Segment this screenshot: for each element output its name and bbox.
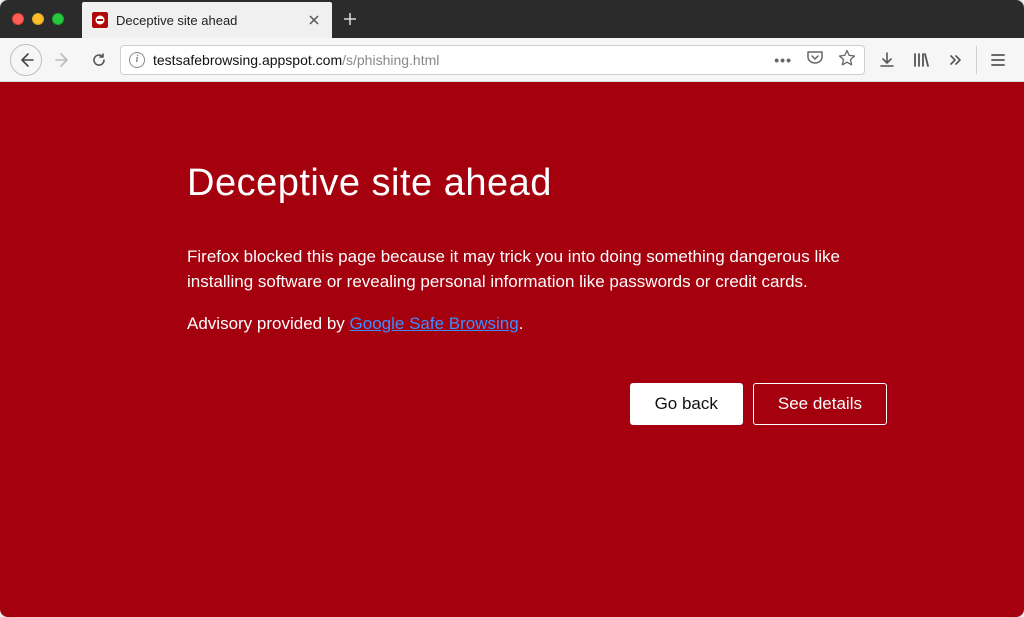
pocket-icon[interactable] bbox=[806, 49, 824, 70]
site-info-icon[interactable]: i bbox=[129, 52, 145, 68]
bookmark-star-icon[interactable] bbox=[838, 49, 856, 70]
library-icon[interactable] bbox=[905, 45, 937, 75]
warning-title: Deceptive site ahead bbox=[187, 162, 902, 205]
menu-icon[interactable] bbox=[982, 45, 1014, 75]
downloads-icon[interactable] bbox=[871, 45, 903, 75]
page-actions-icon[interactable]: ••• bbox=[774, 52, 792, 68]
warning-description: Firefox blocked this page because it may… bbox=[187, 245, 902, 294]
tab-title: Deceptive site ahead bbox=[116, 13, 298, 28]
toolbar-divider bbox=[976, 46, 977, 74]
back-button[interactable] bbox=[10, 44, 42, 76]
address-bar[interactable]: i testsafebrowsing.appspot.com/s/phishin… bbox=[120, 45, 865, 75]
titlebar: Deceptive site ahead bbox=[0, 0, 1024, 38]
toolbar: i testsafebrowsing.appspot.com/s/phishin… bbox=[0, 38, 1024, 82]
reload-button[interactable] bbox=[84, 45, 114, 75]
toolbar-right-icons bbox=[871, 45, 1014, 75]
warning-advisory: Advisory provided by Google Safe Browsin… bbox=[187, 312, 902, 337]
active-tab[interactable]: Deceptive site ahead bbox=[82, 2, 332, 38]
page-content: Deceptive site ahead Firefox blocked thi… bbox=[0, 82, 1024, 617]
overflow-icon[interactable] bbox=[939, 45, 971, 75]
warning-favicon-icon bbox=[92, 12, 108, 28]
window-minimize-button[interactable] bbox=[32, 13, 44, 25]
advisory-suffix: . bbox=[519, 314, 524, 333]
advisory-prefix: Advisory provided by bbox=[187, 314, 350, 333]
window-maximize-button[interactable] bbox=[52, 13, 64, 25]
url-domain: testsafebrowsing.appspot.com bbox=[153, 52, 342, 68]
warning-container: Deceptive site ahead Firefox blocked thi… bbox=[102, 162, 922, 425]
window-controls bbox=[12, 0, 82, 38]
window-close-button[interactable] bbox=[12, 13, 24, 25]
advisory-link[interactable]: Google Safe Browsing bbox=[350, 314, 519, 333]
forward-button[interactable] bbox=[48, 45, 78, 75]
browser-window: Deceptive site ahead i testsafebrowsing.… bbox=[0, 0, 1024, 617]
go-back-button[interactable]: Go back bbox=[630, 383, 743, 425]
url-path: /s/phishing.html bbox=[342, 52, 439, 68]
see-details-button[interactable]: See details bbox=[753, 383, 887, 425]
new-tab-button[interactable] bbox=[332, 0, 368, 38]
addressbar-actions: ••• bbox=[774, 49, 856, 70]
tab-close-button[interactable] bbox=[306, 12, 322, 28]
warning-actions: Go back See details bbox=[187, 383, 902, 425]
url-text: testsafebrowsing.appspot.com/s/phishing.… bbox=[153, 52, 766, 68]
